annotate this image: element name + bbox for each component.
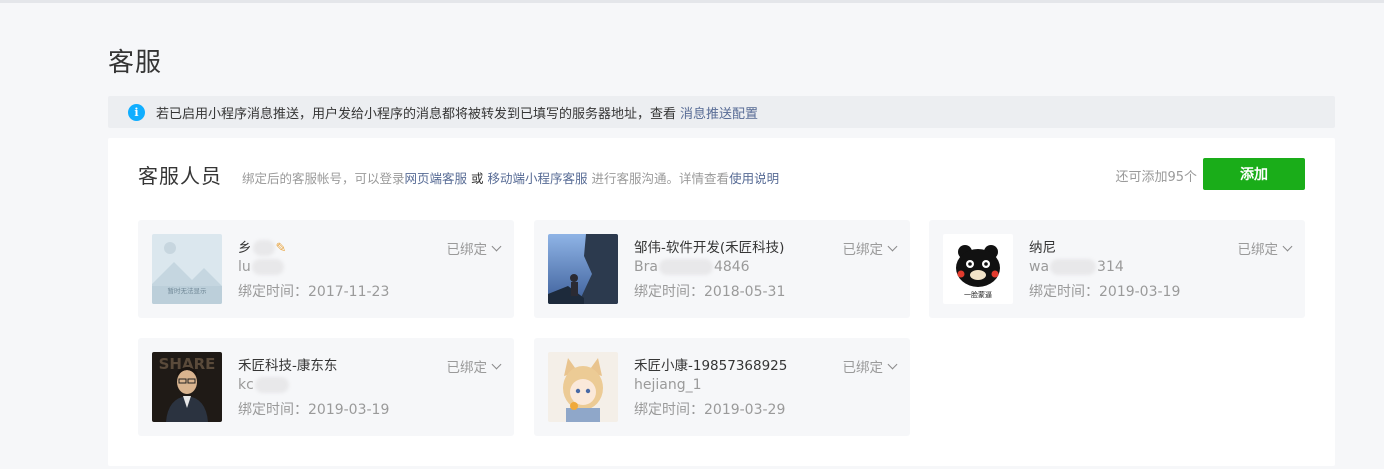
desc-prefix: 绑定后的客服帐号，可以登录 (242, 171, 405, 186)
bind-time: 绑定时间：2017-11-23 (238, 284, 390, 300)
add-agent-button[interactable]: 添加 (1203, 158, 1305, 190)
svg-text:一脸蒙逼: 一脸蒙逼 (964, 290, 992, 299)
bind-status-dropdown[interactable]: 已绑定 (843, 238, 898, 258)
chevron-down-icon (887, 359, 898, 369)
help-link[interactable]: 使用说明 (729, 171, 779, 186)
agent-name: 禾匠小康-19857368925 (634, 358, 788, 374)
svg-text:暂时无法显示: 暂时无法显示 (168, 286, 208, 295)
chevron-down-icon (491, 359, 502, 369)
chevron-down-icon (887, 241, 898, 251)
desc-middle: 进行客服沟通。详情查看 (591, 171, 730, 186)
agent-panel: 客服人员 绑定后的客服帐号，可以登录网页端客服或移动端小程序客服 进行客服沟通。… (108, 138, 1335, 466)
bind-status-dropdown[interactable]: 已绑定 (843, 356, 898, 376)
agent-card: SHARE 禾匠科技-康东东 kc 绑定时间：2019-03-19 已绑定 (138, 338, 514, 436)
push-config-link[interactable]: 消息推送配置 (680, 103, 758, 122)
notice-text: 若已启用小程序消息推送，用户发给小程序的消息都将被转发到已填写的服务器地址，查看 (156, 106, 677, 122)
notice-bar: i 若已启用小程序消息推送，用户发给小程序的消息都将被转发到已填写的服务器地址，… (108, 96, 1335, 128)
panel-title: 客服人员 (138, 164, 222, 188)
agent-name: 邹伟-软件开发(禾匠科技) (634, 240, 785, 256)
panel-header: 客服人员 绑定后的客服帐号，可以登录网页端客服或移动端小程序客服 进行客服沟通。… (138, 160, 779, 189)
top-divider (0, 0, 1384, 3)
agent-account: wa 314 (1029, 259, 1124, 275)
portrait-avatar: SHARE (152, 352, 222, 422)
landscape-avatar (548, 234, 618, 304)
info-icon: i (128, 103, 145, 121)
page-title: 客服 (108, 48, 163, 78)
agent-account: hejiang_1 (634, 377, 702, 393)
panel-description: 绑定后的客服帐号，可以登录网页端客服或移动端小程序客服 进行客服沟通。详情查看使… (242, 168, 779, 187)
placeholder-avatar: 暂时无法显示 (152, 234, 222, 304)
agent-card: 暂时无法显示 乡 ✎ lu 绑定时间：2017-11-23 已绑定 (138, 220, 514, 318)
bind-time: 绑定时间：2019-03-29 (634, 402, 786, 418)
bind-time: 绑定时间：2019-03-19 (238, 402, 390, 418)
chevron-down-icon (491, 241, 502, 251)
bind-time: 绑定时间：2019-03-19 (1029, 284, 1181, 300)
chevron-down-icon (1282, 241, 1293, 251)
agent-card: 一脸蒙逼 纳尼 wa 314 绑定时间：2019-03-19 已绑定 (929, 220, 1305, 318)
agent-account: Bra 4846 (634, 259, 750, 275)
agent-card: 禾匠小康-19857368925 hejiang_1 绑定时间：2019-03-… (534, 338, 910, 436)
bind-status-dropdown[interactable]: 已绑定 (1238, 238, 1293, 258)
agent-card: 邹伟-软件开发(禾匠科技) Bra 4846 绑定时间：2018-05-31 已绑… (534, 220, 910, 318)
bind-status-dropdown[interactable]: 已绑定 (447, 356, 502, 376)
bind-time: 绑定时间：2018-05-31 (634, 284, 786, 300)
web-service-link[interactable]: 网页端客服 (405, 171, 468, 186)
bear-avatar: 一脸蒙逼 (943, 234, 1013, 304)
desc-or: 或 (471, 171, 484, 186)
agent-name: 纳尼 (1029, 240, 1056, 256)
agent-name: 乡 ✎ (238, 240, 287, 256)
quota-text: 还可添加95个 (1115, 170, 1197, 185)
agent-account: lu (238, 259, 285, 275)
mobile-service-link[interactable]: 移动端小程序客服 (488, 171, 588, 186)
pencil-icon: ✎ (275, 241, 287, 256)
bind-status-dropdown[interactable]: 已绑定 (447, 238, 502, 258)
anime-avatar (548, 352, 618, 422)
agent-name: 禾匠科技-康东东 (238, 358, 338, 374)
agent-account: kc (238, 377, 290, 393)
